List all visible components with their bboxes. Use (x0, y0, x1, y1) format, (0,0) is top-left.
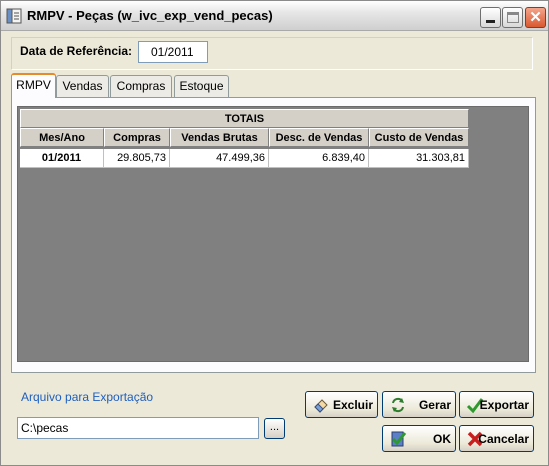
tab-compras[interactable]: Compras (110, 75, 172, 97)
reference-date-label: Data de Referência: (20, 44, 133, 58)
export-path-field[interactable]: C:\pecas (17, 417, 259, 439)
table-cell-desc-vendas[interactable]: 6.839,40 (269, 149, 369, 168)
grid-group-header: TOTAIS (20, 109, 469, 128)
tab-vendas[interactable]: Vendas (56, 75, 109, 97)
window-title: RMPV - Peças (w_ivc_exp_vend_pecas) (27, 8, 273, 23)
browse-button[interactable]: ... (264, 418, 285, 439)
column-header-vendas-brutas[interactable]: Vendas Brutas (170, 128, 269, 147)
tab-rmpv[interactable]: RMPV (11, 73, 56, 98)
column-header-compras[interactable]: Compras (104, 128, 170, 147)
excluir-label: Excluir (332, 398, 373, 412)
exportar-label: Exportar (479, 398, 529, 412)
ok-label: OK (433, 432, 451, 446)
column-header-desc-vendas[interactable]: Desc. de Vendas (269, 128, 369, 147)
tab-panel-rmpv: TOTAIS Mes/Ano Compras Vendas Brutas Des… (11, 97, 536, 373)
excluir-button[interactable]: Excluir (305, 391, 378, 418)
table-cell-mes-ano[interactable]: 01/2011 (20, 149, 104, 168)
export-file-label: Arquivo para Exportação (21, 390, 154, 404)
minimize-button[interactable] (480, 7, 501, 28)
title-bar[interactable]: RMPV - Peças (w_ivc_exp_vend_pecas) ✕ (1, 1, 548, 31)
table-cell-compras[interactable]: 29.805,73 (104, 149, 170, 168)
reference-date-field[interactable]: 01/2011 (138, 41, 208, 63)
dialog-window: RMPV - Peças (w_ivc_exp_vend_pecas) ✕ Da… (0, 0, 549, 466)
maximize-button[interactable] (502, 7, 523, 28)
cancelar-button[interactable]: Cancelar (459, 425, 534, 452)
tab-estoque[interactable]: Estoque (174, 75, 229, 97)
maximize-icon (507, 12, 519, 23)
close-button[interactable]: ✕ (525, 7, 546, 28)
eraser-icon (314, 399, 328, 413)
refresh-icon (392, 397, 404, 413)
app-window-icon (6, 8, 22, 24)
cancelar-label: Cancelar (478, 432, 529, 446)
gerar-label: Gerar (418, 398, 451, 412)
data-grid[interactable]: TOTAIS Mes/Ano Compras Vendas Brutas Des… (17, 106, 529, 362)
table-cell-vendas-brutas[interactable]: 47.499,36 (170, 149, 269, 168)
gerar-button[interactable]: Gerar (382, 391, 456, 418)
document-check-icon (391, 431, 407, 447)
table-cell-custo-vendas[interactable]: 31.303,81 (369, 149, 469, 168)
minimize-icon (486, 20, 495, 23)
ok-button[interactable]: OK (382, 425, 456, 452)
close-icon: ✕ (529, 9, 542, 26)
exportar-button[interactable]: Exportar (459, 391, 534, 418)
column-header-custo-vendas[interactable]: Custo de Vendas (369, 128, 469, 147)
column-header-mes-ano[interactable]: Mes/Ano (20, 128, 104, 147)
